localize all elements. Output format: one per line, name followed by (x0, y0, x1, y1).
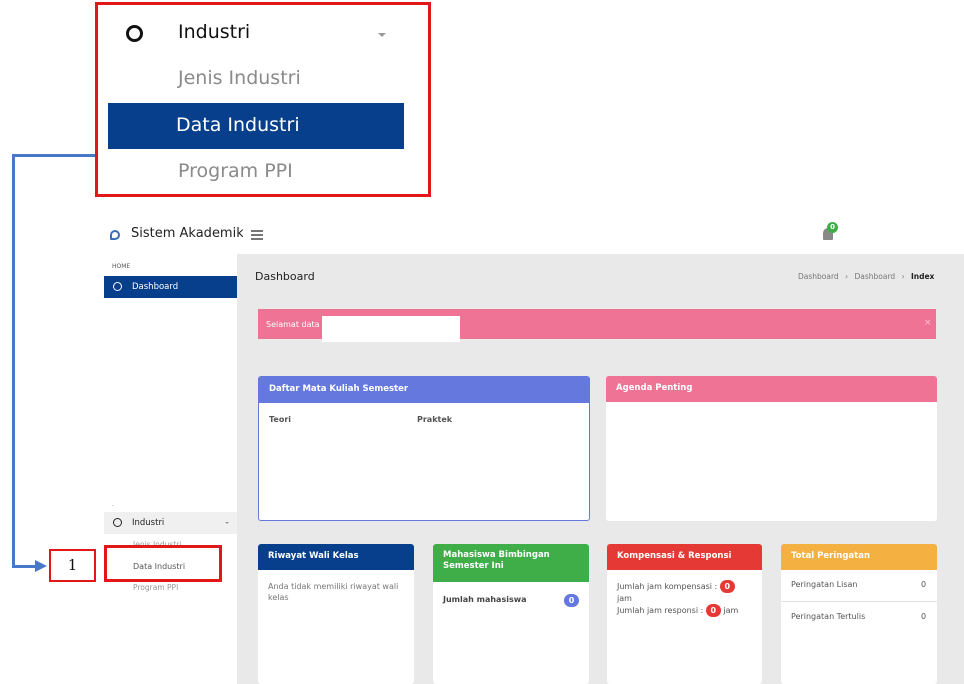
responsi-unit: jam (723, 606, 739, 615)
peringatan-lisan-label: Peringatan Lisan (791, 580, 858, 589)
sidebar-item-program-ppi[interactable]: Program PPI (133, 583, 178, 592)
callout-item-label: Data Industri (176, 114, 300, 136)
page-title: Dashboard (255, 270, 315, 283)
breadcrumb: Dashboard › Dashboard › Index (798, 272, 935, 281)
kompensasi-badge: 0 (719, 580, 735, 593)
sidebar: HOME Dashboard - Industri Jenis Industri… (104, 254, 237, 684)
breadcrumb-item[interactable]: Dashboard (854, 272, 895, 281)
column-header-praktek: Praktek (417, 415, 453, 424)
highlight-box (104, 545, 222, 582)
card-title: Daftar Mata Kuliah Semester (259, 377, 589, 403)
stat-label: Jumlah mahasiswa (443, 595, 527, 604)
card-agenda: Agenda Penting (606, 376, 937, 521)
responsi-badge: 0 (705, 604, 721, 617)
circle-icon (113, 518, 122, 527)
connector-line-vertical (12, 154, 15, 567)
callout-group-label[interactable]: Industri (178, 21, 250, 43)
empty-state-text: Anda tidak memiliki riwayat wali kelas (268, 582, 399, 602)
card-title: Agenda Penting (606, 376, 937, 402)
welcome-text: Selamat data (266, 320, 320, 329)
hamburger-menu-icon[interactable] (251, 230, 263, 240)
card-title: Riwayat Wali Kelas (258, 544, 414, 570)
kompensasi-stats: Jumlah jam kompensasi : 0 jam Jumlah jam… (617, 580, 757, 617)
notification-badge: 0 (827, 222, 838, 233)
arrow-head-icon (35, 560, 47, 572)
card-title: Kompensasi & Responsi (607, 544, 762, 570)
redaction-box (322, 316, 460, 342)
caret-down-icon (378, 33, 386, 37)
sidebar-item-dashboard[interactable]: Dashboard (104, 276, 237, 298)
card-mata-kuliah: Daftar Mata Kuliah Semester Teori Prakte… (258, 376, 590, 521)
top-bar: Sistem Akademik 0 (104, 216, 964, 254)
sidebar-group-label: Industri (132, 518, 165, 528)
card-wali-kelas: Riwayat Wali Kelas Anda tidak memiliki r… (258, 544, 414, 684)
callout-item-program-ppi[interactable]: Program PPI (178, 160, 293, 182)
card-bimbingan: Mahasiswa Bimbingan Semester Ini Jumlah … (433, 544, 589, 684)
breadcrumb-current: Index (910, 272, 935, 281)
step-number-box: 1 (49, 549, 96, 582)
sidebar-item-label: Dashboard (132, 282, 179, 292)
responsi-label: Jumlah jam responsi : (617, 606, 704, 615)
brand-name: Sistem Akademik (131, 226, 243, 241)
breadcrumb-item[interactable]: Dashboard (798, 272, 839, 281)
kompensasi-label: Jumlah jam kompensasi : (617, 582, 718, 591)
card-peringatan: Total Peringatan Peringatan Lisan 0 Peri… (781, 544, 937, 684)
connector-line-bottom (12, 565, 36, 568)
card-title: Mahasiswa Bimbingan Semester Ini (433, 544, 589, 582)
row-divider (781, 601, 937, 602)
peringatan-lisan-value: 0 (921, 580, 927, 589)
peringatan-tertulis-label: Peringatan Tertulis (791, 612, 866, 621)
circle-icon (113, 282, 122, 291)
column-header-teori: Teori (269, 415, 292, 424)
callout-item-data-industri-active[interactable]: Data Industri (108, 103, 404, 149)
kompensasi-unit: jam (617, 594, 632, 603)
peringatan-tertulis-value: 0 (921, 612, 927, 621)
brand-logo-icon (110, 230, 120, 240)
zoomed-menu-callout: Industri Jenis Industri Data Industri Pr… (95, 2, 431, 197)
sidebar-divider-dot: - (112, 502, 115, 509)
sidebar-group-industri[interactable]: Industri (104, 512, 237, 534)
callout-item-jenis-industri[interactable]: Jenis Industri (178, 67, 301, 89)
circle-icon (126, 25, 143, 42)
caret-down-icon (225, 522, 229, 524)
connector-line-top (12, 154, 95, 157)
sidebar-section-home: HOME (112, 263, 131, 270)
card-kompensasi: Kompensasi & Responsi Jumlah jam kompens… (607, 544, 762, 684)
main-content: Dashboard Dashboard › Dashboard › Index … (237, 254, 964, 684)
card-title: Total Peringatan (781, 544, 937, 570)
close-icon[interactable]: × (924, 318, 932, 328)
count-badge: 0 (564, 594, 579, 607)
